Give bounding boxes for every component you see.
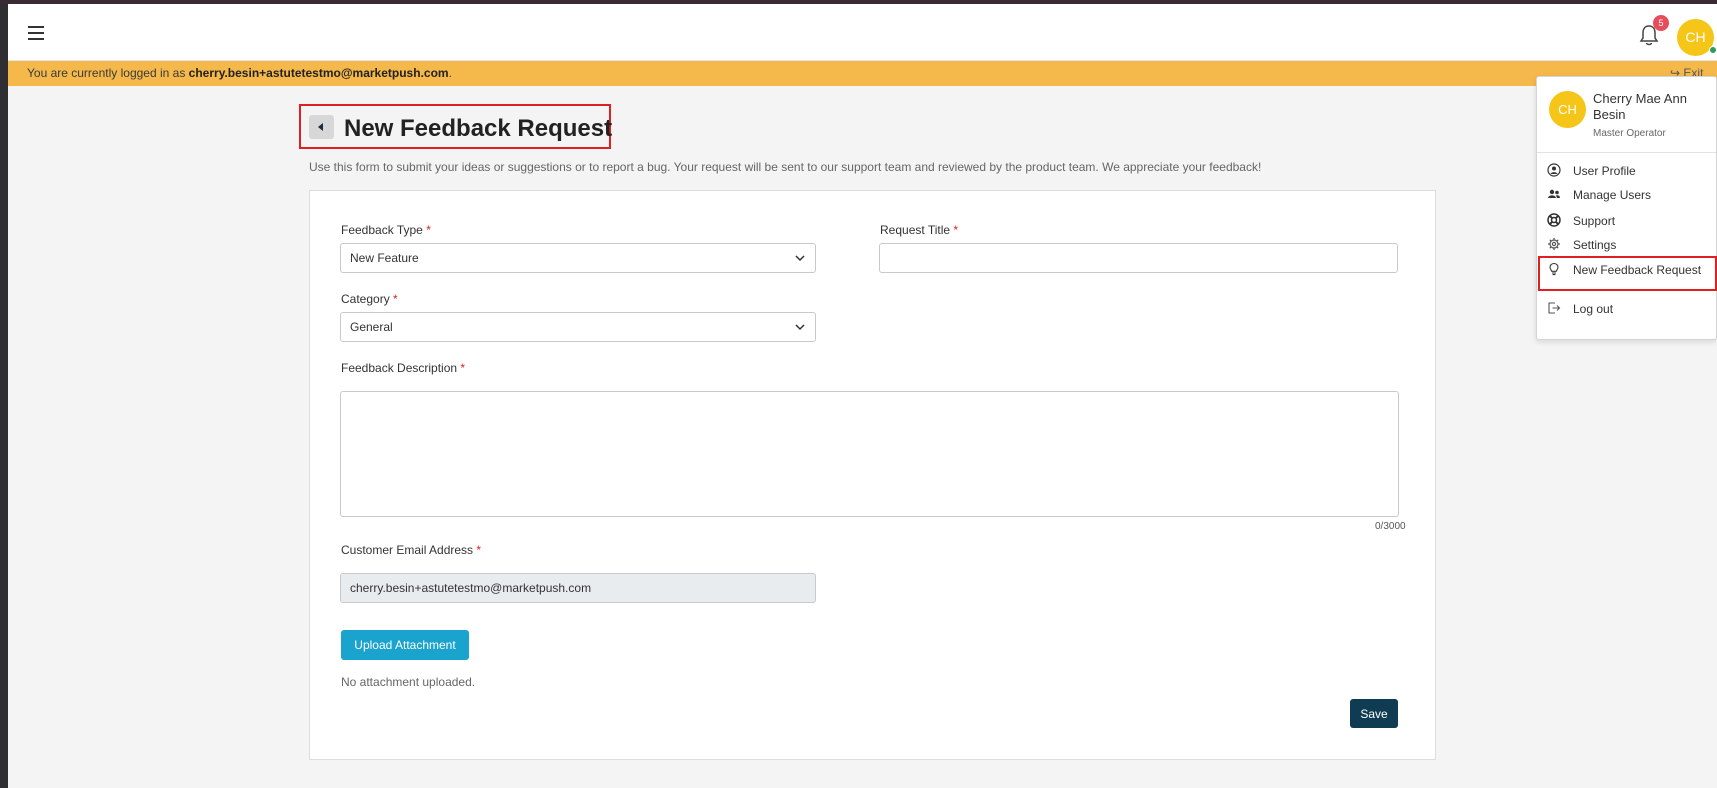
menu-item-manage-users[interactable]: Manage Users xyxy=(1537,184,1716,206)
customer-email-label: Customer Email Address * xyxy=(341,543,481,557)
logout-icon xyxy=(1548,302,1561,314)
banner-email: cherry.besin+astutetestmo@marketpush.com xyxy=(188,66,449,80)
menu-user-role: Master Operator xyxy=(1593,128,1666,139)
menu-item-settings[interactable]: Settings xyxy=(1537,234,1716,256)
logged-in-banner: You are currently logged in as cherry.be… xyxy=(8,61,1717,86)
menu-toggle-icon[interactable] xyxy=(28,26,44,40)
category-value: General xyxy=(350,320,393,334)
menu-user-name: Cherry Mae Ann Besin xyxy=(1593,91,1687,122)
app-window: 5 CH You are currently logged in as cher… xyxy=(8,4,1717,788)
page-title: New Feedback Request xyxy=(344,115,613,142)
lifebuoy-icon xyxy=(1547,213,1561,227)
caret-left-icon xyxy=(318,123,323,131)
required-mark: * xyxy=(460,361,466,375)
customer-email-label-text: Customer Email Address xyxy=(341,543,474,557)
feedback-description-label: Feedback Description * xyxy=(341,361,465,375)
online-status-dot xyxy=(1709,46,1717,54)
required-mark: * xyxy=(476,543,482,557)
feedback-description-label-text: Feedback Description xyxy=(341,361,458,375)
required-mark: * xyxy=(393,292,398,306)
category-select[interactable]: General xyxy=(340,312,816,342)
top-header: 5 CH xyxy=(8,4,1717,61)
banner-suffix: . xyxy=(448,66,452,80)
users-icon xyxy=(1548,189,1560,198)
chevron-down-icon xyxy=(795,324,805,331)
upload-attachment-button[interactable]: Upload Attachment xyxy=(341,630,469,660)
menu-item-label: Manage Users xyxy=(1573,188,1652,202)
category-label-text: Category xyxy=(341,292,390,306)
feedback-type-value: New Feature xyxy=(350,251,419,265)
request-title-label: Request Title * xyxy=(880,223,958,237)
page-title-highlight: New Feedback Request xyxy=(299,104,613,149)
category-label: Category * xyxy=(341,292,398,306)
notification-count-badge: 5 xyxy=(1653,15,1669,31)
feedback-form-card: Feedback Type * New Feature Request Titl… xyxy=(309,190,1436,760)
menu-item-label: User Profile xyxy=(1573,164,1636,178)
menu-item-highlight xyxy=(1538,256,1717,291)
menu-divider xyxy=(1537,152,1716,153)
menu-item-support[interactable]: Support xyxy=(1537,210,1716,232)
feedback-type-label: Feedback Type * xyxy=(341,223,431,237)
menu-avatar: CH xyxy=(1549,91,1586,128)
menu-item-log-out[interactable]: Log out xyxy=(1537,298,1716,320)
chevron-down-icon xyxy=(795,255,805,262)
banner-prefix: You are currently logged in as xyxy=(27,66,189,80)
required-mark: * xyxy=(426,223,431,237)
menu-item-user-profile[interactable]: User Profile xyxy=(1537,160,1716,182)
feedback-description-textarea[interactable] xyxy=(340,391,1399,517)
feedback-type-label-text: Feedback Type xyxy=(341,223,423,237)
request-title-input[interactable] xyxy=(879,243,1398,273)
save-button[interactable]: Save xyxy=(1350,699,1398,728)
required-mark: * xyxy=(953,223,959,237)
menu-item-label: Log out xyxy=(1573,302,1614,316)
menu-item-label: Support xyxy=(1573,214,1616,228)
no-attachment-text: No attachment uploaded. xyxy=(341,675,476,689)
user-menu-dropdown: CH Cherry Mae Ann Besin Master Operator … xyxy=(1536,76,1717,340)
page-intro: Use this form to submit your ideas or su… xyxy=(309,160,1262,174)
gear-icon xyxy=(1548,238,1560,250)
user-circle-icon xyxy=(1547,163,1561,177)
char-counter: 0/3000 xyxy=(1375,521,1406,532)
request-title-label-text: Request Title xyxy=(880,223,951,237)
feedback-type-select[interactable]: New Feature xyxy=(340,243,816,273)
back-button[interactable] xyxy=(309,115,334,139)
window-left-strip xyxy=(0,4,8,788)
customer-email-field: cherry.besin+astutetestmo@marketpush.com xyxy=(340,573,816,603)
menu-item-label: Settings xyxy=(1573,238,1617,252)
